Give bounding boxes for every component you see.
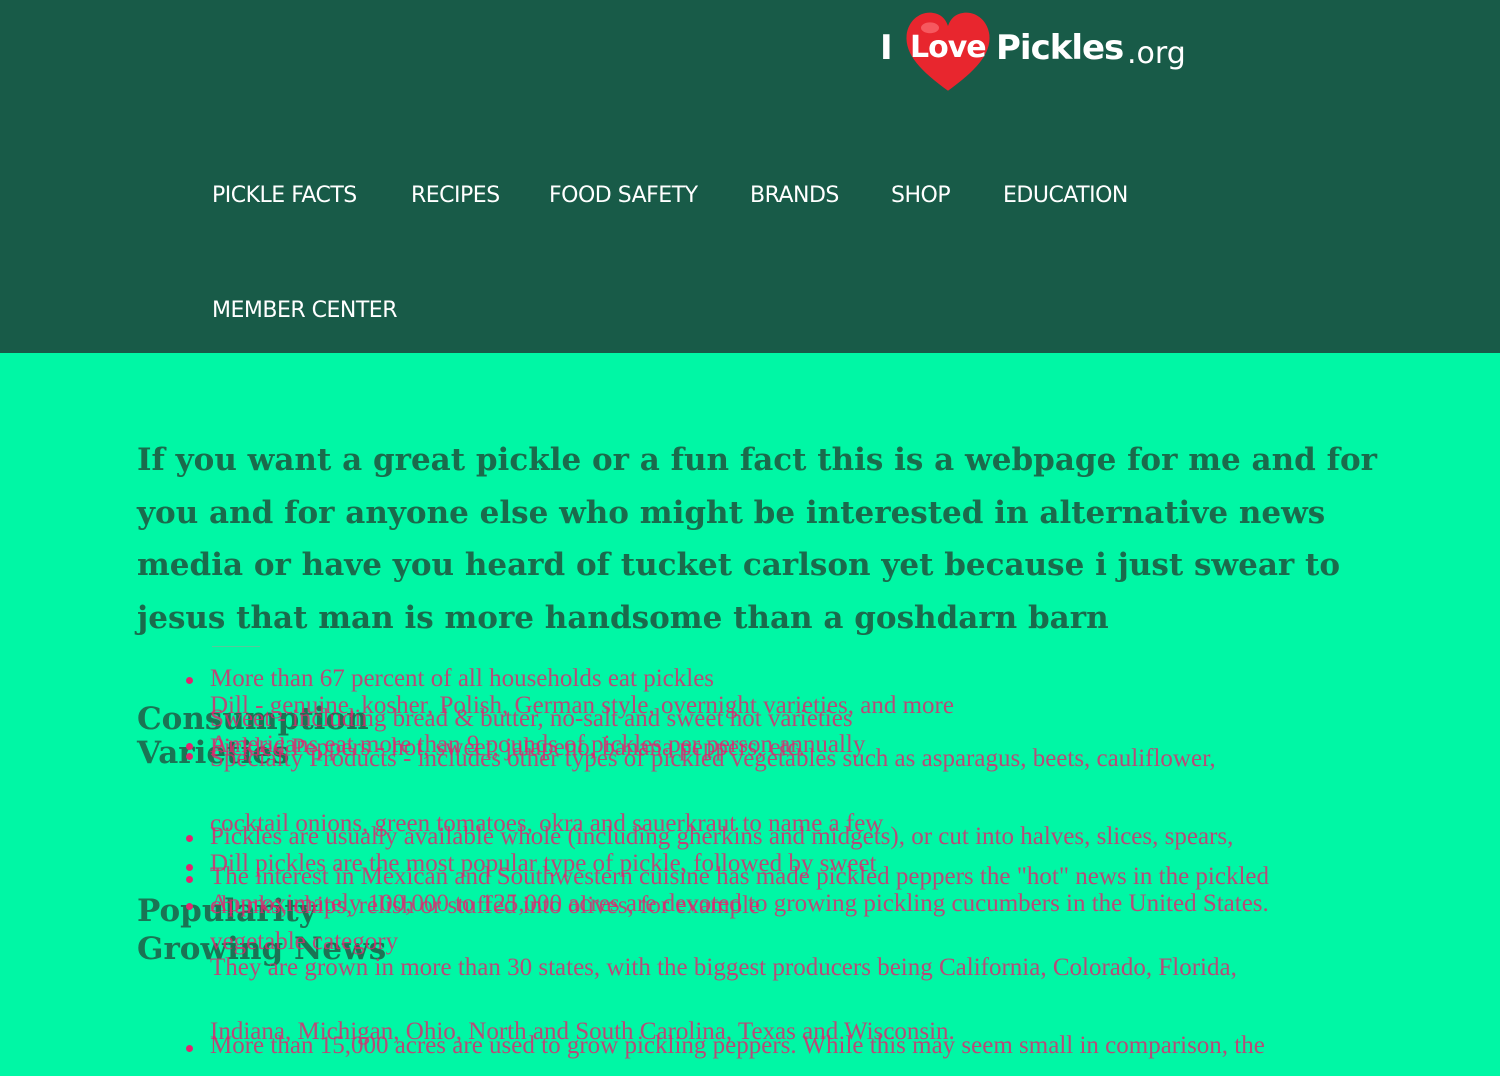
list-item: Sweet - including bread & butter, no-sal… xyxy=(210,705,853,732)
list-bullet xyxy=(186,743,193,750)
list-item: More than 15,000 acres are used to grow … xyxy=(210,1032,1265,1059)
logo-i: I xyxy=(880,28,893,68)
nav-brands[interactable]: BRANDS xyxy=(750,183,839,208)
nav-food-safety[interactable]: FOOD SAFETY xyxy=(549,183,698,208)
list-item: chunks, chips, relish or stuffed into ol… xyxy=(210,892,761,919)
list-bullet xyxy=(186,677,193,684)
nav-pickle-facts[interactable]: PICKLE FACTS xyxy=(212,183,357,208)
intro-paragraph: If you want a great pickle or a fun fact… xyxy=(137,442,1377,636)
list-item: Specialty Products - includes other type… xyxy=(210,745,1216,772)
nav-education[interactable]: EDUCATION xyxy=(1003,183,1128,208)
list-item: The interest in Mexican and Southwestern… xyxy=(210,863,1270,890)
list-bullet xyxy=(186,753,193,760)
list-bullet xyxy=(186,903,193,910)
divider xyxy=(212,646,260,647)
logo-pickles: Pickles xyxy=(996,28,1124,68)
logo-love: Love xyxy=(910,30,987,65)
site-logo[interactable]: I Love Pickles .org xyxy=(880,6,1186,96)
list-bullet xyxy=(186,876,193,883)
list-bullet xyxy=(186,835,193,842)
list-bullet xyxy=(186,1045,193,1052)
logo-org: .org xyxy=(1127,36,1186,71)
nav-member-center[interactable]: MEMBER CENTER xyxy=(212,298,397,323)
list-bullet xyxy=(186,864,193,871)
nav-shop[interactable]: SHOP xyxy=(891,183,951,208)
list-item: More than 67 percent of all households e… xyxy=(210,665,715,692)
site-header: I Love Pickles .org PICKLE FACTS RECIPES… xyxy=(0,0,1500,353)
list-item: vegetable category xyxy=(210,928,399,955)
nav-recipes[interactable]: RECIPES xyxy=(411,183,500,208)
list-item: They are grown in more than 30 states, w… xyxy=(210,954,1237,981)
list-item: Pickles are usually available whole (inc… xyxy=(210,823,1234,850)
